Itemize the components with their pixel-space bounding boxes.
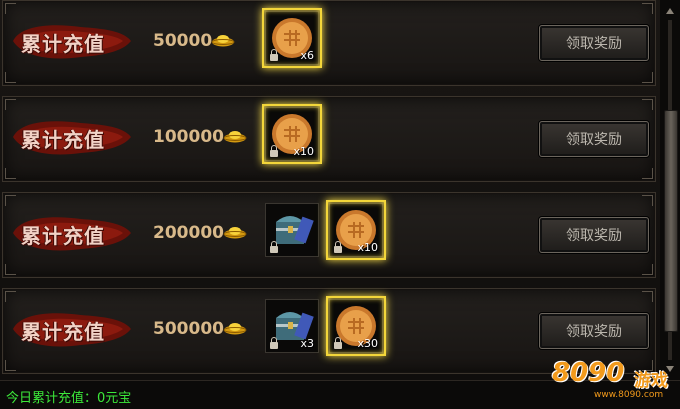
lock-icon [270,337,278,349]
frame-corner [5,195,16,206]
scroll-up-arrow-icon[interactable] [662,4,678,18]
frame-corner [642,291,653,302]
frame-corner [5,264,16,275]
lock-icon [334,337,342,349]
reward-item-treasure-chest[interactable] [265,203,319,257]
frame-corner [5,72,16,83]
item-quantity: x3 [300,337,314,350]
row-label: 累计充值 [21,128,105,152]
frame-corner [5,291,16,302]
label-banner: 累计充值 [11,115,133,159]
claim-reward-button[interactable]: 领取奖励 [539,121,649,157]
gold-ingot-icon [223,323,247,335]
item-quantity: x10 [357,241,378,254]
reward-row: 累计充值 200000 x10 领取奖励 [2,192,656,278]
row-label: 累计充值 [21,320,105,344]
gold-ingot-icon [223,131,247,143]
lock-icon [270,49,278,61]
label-banner: 累计充值 [11,211,133,255]
recharge-amount: 50000 [153,31,213,51]
logo-brand: 8090 [552,358,625,388]
reward-row: 累计充值 100000 x10 领取奖励 [2,96,656,182]
row-label: 累计充值 [21,32,105,56]
frame-corner [5,99,16,110]
daily-recharge-total: 今日累计充值：0元宝 [6,391,132,406]
frame-corner [642,3,653,14]
reward-row: 累计充值 50000 x6 领取奖励 [2,0,656,86]
logo-game: 游戏 [634,371,668,391]
scroll-thumb[interactable] [664,110,678,332]
reward-item-mooncake[interactable]: x10 [262,104,322,164]
lock-icon [334,241,342,253]
reward-item-mooncake[interactable]: x10 [326,200,386,260]
frame-corner [5,360,16,371]
item-quantity: x6 [300,49,314,62]
claim-reward-button[interactable]: 领取奖励 [539,217,649,253]
recharge-amount: 500000 [153,319,224,339]
site-logo: 8090 游戏 www.8090.com [552,352,678,408]
label-banner: 累计充值 [11,19,133,63]
row-label: 累计充值 [21,224,105,248]
claim-reward-button[interactable]: 领取奖励 [539,313,649,349]
frame-corner [642,99,653,110]
reward-item-treasure-chest[interactable]: x3 [265,299,319,353]
frame-corner [642,168,653,179]
lock-icon [270,145,278,157]
item-quantity: x30 [357,337,378,350]
item-quantity: x10 [293,145,314,158]
recharge-amount: 200000 [153,223,224,243]
vertical-scrollbar[interactable] [660,0,680,380]
reward-item-mooncake[interactable]: x30 [326,296,386,356]
claim-reward-button[interactable]: 领取奖励 [539,25,649,61]
lock-icon [270,241,278,253]
recharge-reward-panel: 累计充值 50000 x6 领取奖励 累计充值 100000 x10 领取奖励 [0,0,680,380]
frame-corner [5,168,16,179]
frame-corner [642,264,653,275]
logo-url: www.8090.com [594,390,664,400]
frame-corner [642,72,653,83]
gold-ingot-icon [223,227,247,239]
gold-ingot-icon [211,35,235,47]
frame-corner [5,3,16,14]
label-banner: 累计充值 [11,307,133,351]
frame-corner [642,195,653,206]
reward-item-mooncake[interactable]: x6 [262,8,322,68]
recharge-amount: 100000 [153,127,224,147]
